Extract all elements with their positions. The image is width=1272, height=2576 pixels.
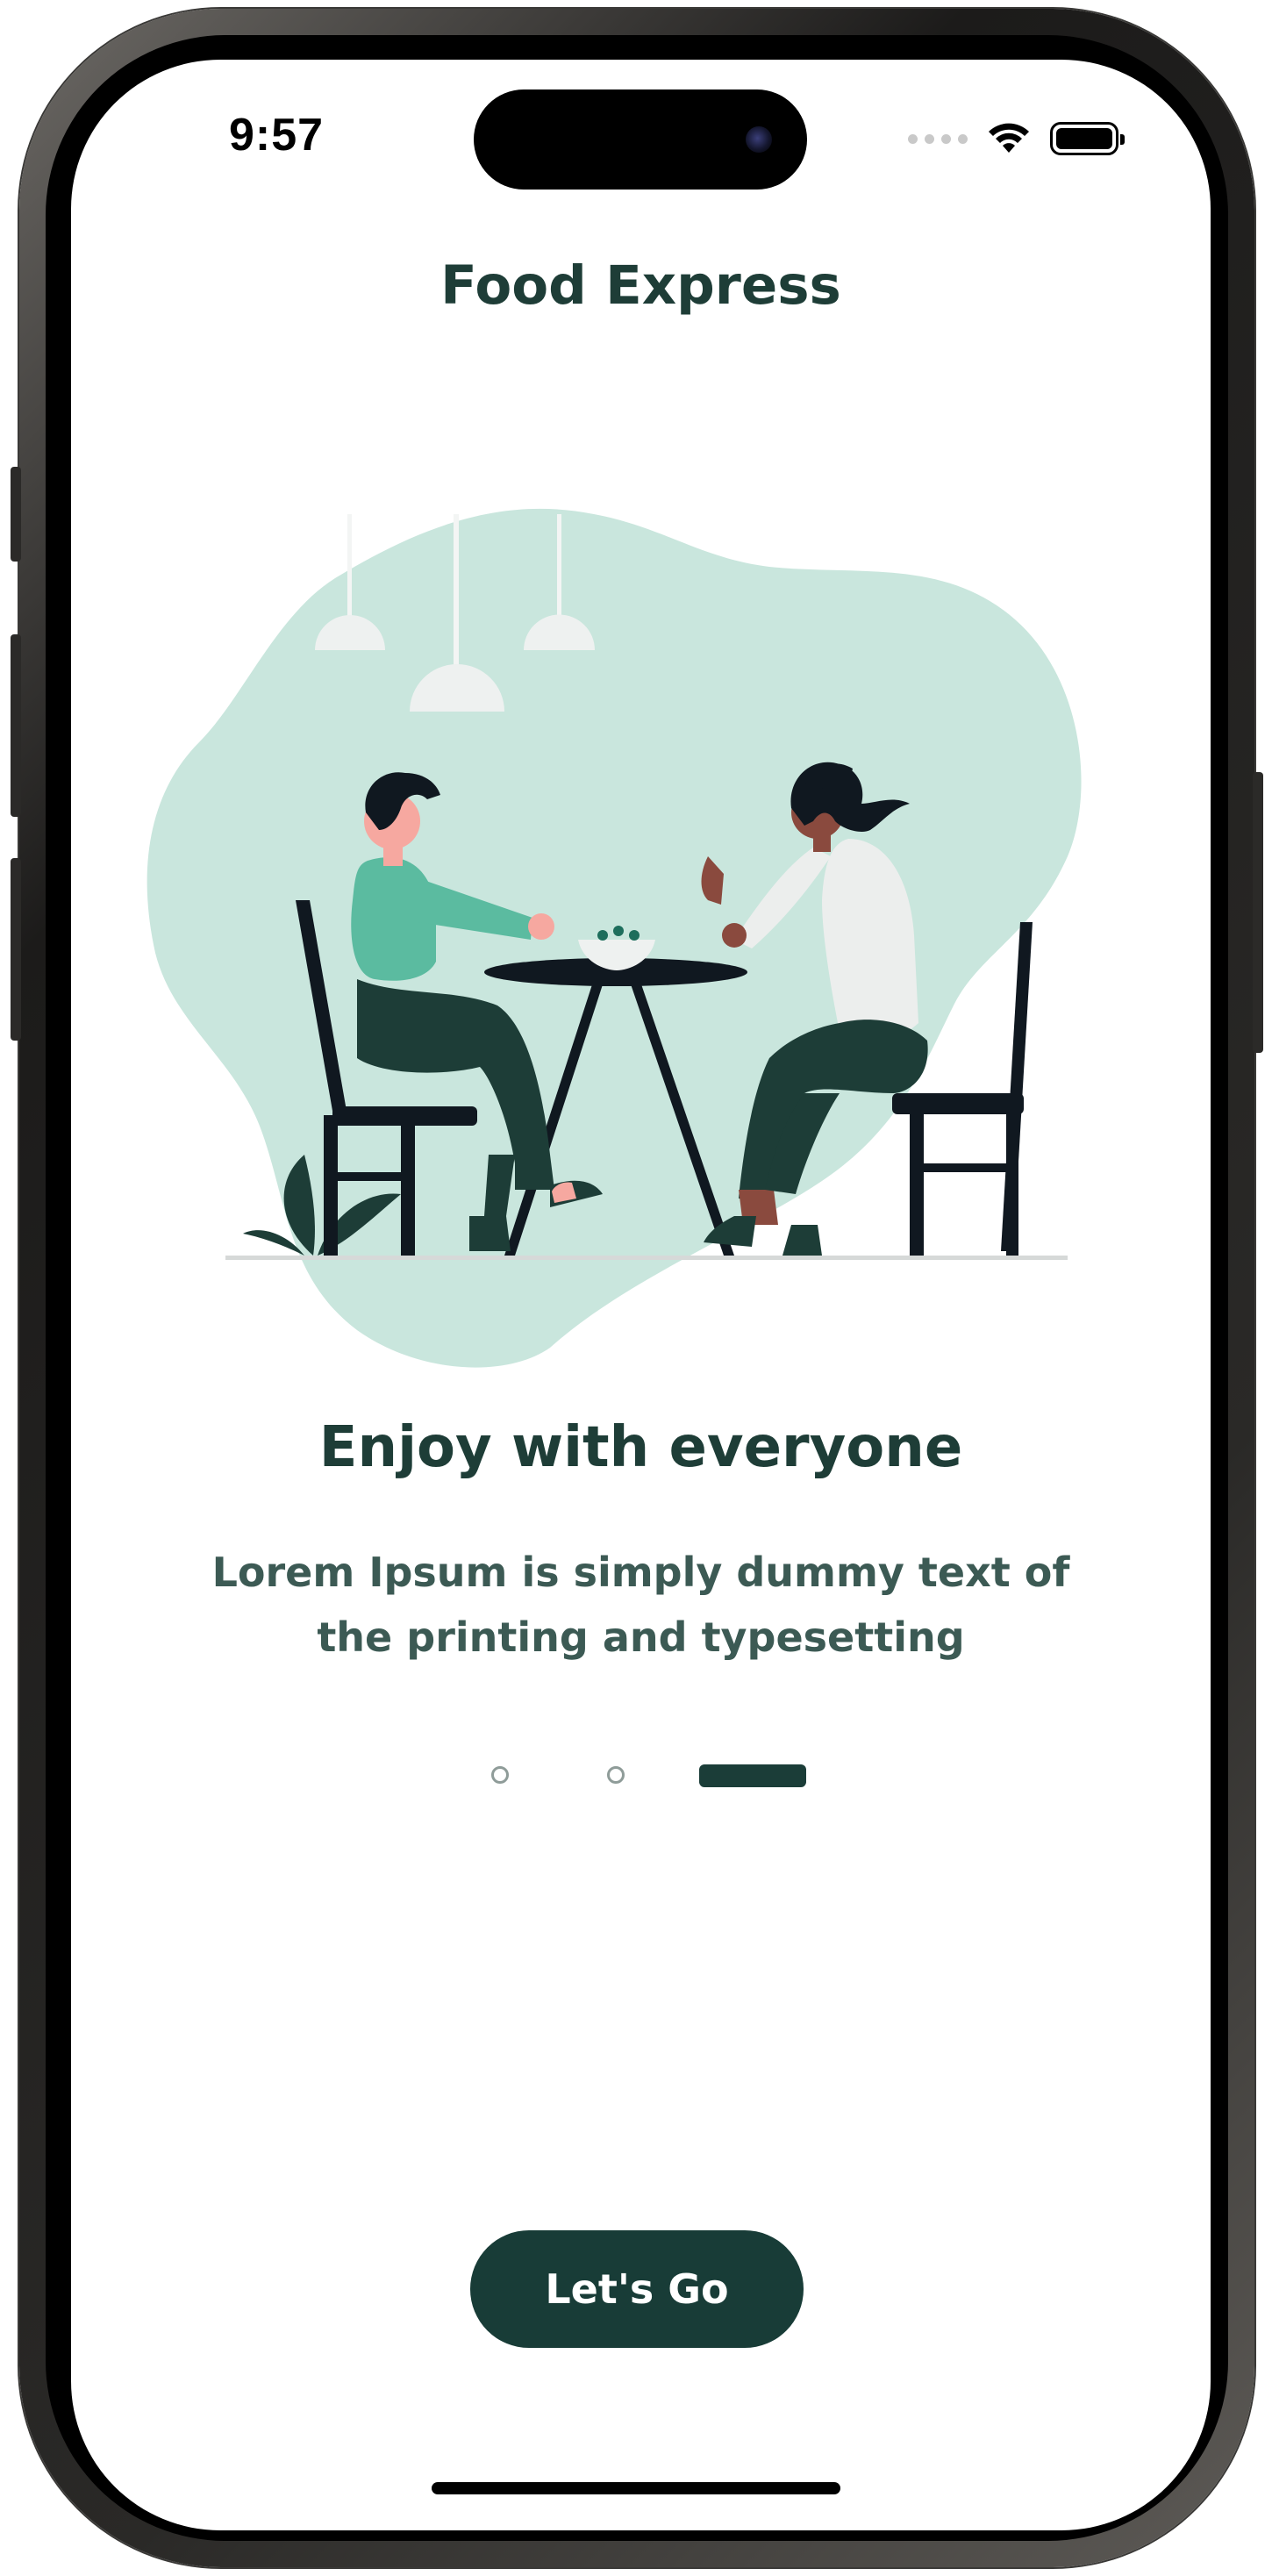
couple-dining-illustration bbox=[146, 508, 1082, 1368]
onboarding-description: Lorem Ipsum is simply dummy text of the … bbox=[211, 1549, 1070, 1661]
lets-go-button[interactable]: Let's Go bbox=[470, 2230, 804, 2348]
volume-up-button bbox=[11, 634, 21, 817]
front-camera-icon bbox=[746, 126, 772, 153]
onboarding-headline: Enjoy with everyone bbox=[318, 1415, 963, 1480]
battery-icon bbox=[1050, 122, 1125, 155]
screen: 9:57 Food Express Enjoy with everyone Lo… bbox=[71, 60, 1211, 2530]
status-icons bbox=[908, 118, 1125, 160]
volume-down-button bbox=[11, 858, 21, 1041]
power-button bbox=[1253, 772, 1263, 1053]
action-button bbox=[11, 467, 21, 562]
app-title: Food Express bbox=[440, 254, 841, 317]
home-indicator bbox=[432, 2482, 840, 2494]
dynamic-island bbox=[474, 89, 807, 190]
status-time: 9:57 bbox=[229, 110, 325, 161]
page-dot-2[interactable] bbox=[607, 1766, 625, 1784]
page-indicator bbox=[71, 1760, 1211, 1795]
page-dot-3-active[interactable] bbox=[699, 1764, 806, 1787]
cellular-signal-icon bbox=[908, 133, 968, 144]
page-dot-1[interactable] bbox=[491, 1766, 509, 1784]
wifi-icon bbox=[989, 123, 1029, 153]
